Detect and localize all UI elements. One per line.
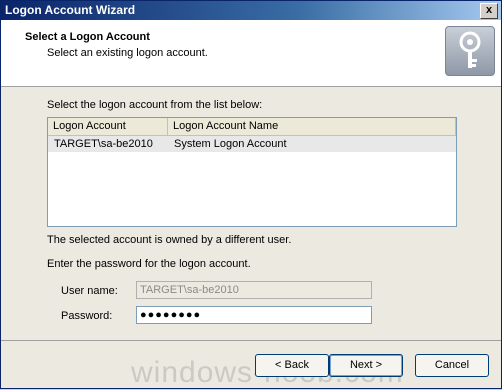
- next-button[interactable]: Next >: [329, 354, 403, 377]
- username-label: User name:: [61, 285, 118, 297]
- list-header: Logon Account Logon Account Name: [48, 118, 456, 136]
- password-field[interactable]: ●●●●●●●●: [136, 306, 372, 324]
- username-field: TARGET\sa-be2010: [136, 281, 372, 299]
- account-name-cell: System Logon Account: [174, 138, 287, 150]
- wizard-header: Select a Logon Account Select an existin…: [1, 20, 501, 87]
- password-label: Password:: [61, 310, 113, 322]
- password-prompt: Enter the password for the logon account…: [47, 258, 251, 270]
- column-header-logon-account[interactable]: Logon Account: [48, 118, 168, 135]
- column-header-logon-account-name[interactable]: Logon Account Name: [168, 118, 456, 135]
- title-bar: Logon Account Wizard x: [1, 1, 501, 20]
- back-button[interactable]: < Back: [255, 354, 329, 377]
- list-item[interactable]: TARGET\sa-be2010 System Logon Account: [48, 136, 456, 152]
- page-subtitle: Select an existing logon account.: [47, 47, 208, 59]
- logon-account-list[interactable]: Logon Account Logon Account Name TARGET\…: [47, 117, 457, 227]
- logon-account-wizard-window: Logon Account Wizard x Select a Logon Ac…: [0, 0, 502, 389]
- account-cell: TARGET\sa-be2010: [54, 138, 153, 150]
- close-button[interactable]: x: [480, 3, 498, 19]
- key-icon: [445, 26, 495, 76]
- owned-message: The selected account is owned by a diffe…: [47, 234, 292, 246]
- page-title: Select a Logon Account: [25, 31, 150, 43]
- cancel-button[interactable]: Cancel: [415, 354, 489, 377]
- list-instruction: Select the logon account from the list b…: [47, 99, 263, 111]
- window-title: Logon Account Wizard: [5, 3, 136, 17]
- footer-divider: [1, 340, 501, 341]
